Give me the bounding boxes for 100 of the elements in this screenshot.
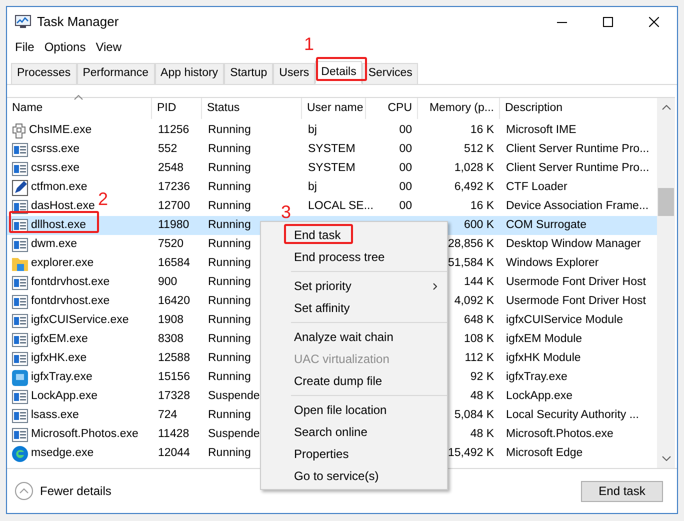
table-cell-text: 8308 bbox=[157, 332, 185, 347]
table-cell: igfxTray.exe bbox=[506, 370, 568, 383]
table-cell-text: 15156 bbox=[157, 370, 191, 385]
table-cell: Running bbox=[208, 408, 251, 421]
table-cell: Desktop Window Manager bbox=[506, 238, 641, 250]
table-cell-text: 16584 bbox=[157, 256, 191, 271]
menu-item[interactable]: Set priority bbox=[261, 275, 447, 297]
table-cell: Microsoft.Photos.exe bbox=[506, 428, 614, 440]
table-cell-text: 16420 bbox=[157, 294, 191, 309]
column-header[interactable]: PID bbox=[152, 98, 202, 119]
table-cell-text: 900 bbox=[157, 274, 178, 290]
window-icon bbox=[12, 218, 28, 232]
table-cell: Running bbox=[208, 332, 251, 345]
tab[interactable]: Services bbox=[362, 63, 418, 85]
annotation-box bbox=[284, 224, 353, 244]
table-cell: Running bbox=[208, 162, 251, 174]
table-cell: Running bbox=[208, 238, 251, 250]
browser-icon bbox=[12, 446, 28, 462]
monitor-icon bbox=[12, 370, 28, 386]
table-cell: Microsoft Edge bbox=[506, 446, 583, 459]
tab[interactable]: Startup bbox=[224, 63, 274, 85]
table-cell-text: 11980 bbox=[157, 218, 190, 233]
table-cell-text: 12700 bbox=[157, 198, 191, 214]
table-cell: bj bbox=[308, 124, 317, 136]
menu-item[interactable]: Go to service(s) bbox=[261, 465, 447, 487]
table-cell: 92 K bbox=[470, 370, 494, 383]
sort-caret-icon bbox=[74, 95, 83, 100]
monitor-icon bbox=[15, 15, 31, 29]
table-cell-text: 12588 bbox=[157, 350, 191, 366]
table-cell-text: 11256 bbox=[157, 122, 190, 138]
table-cell: igfxHK Module bbox=[506, 352, 581, 364]
column-header[interactable]: Status bbox=[202, 98, 302, 119]
table-cell: SYSTEM bbox=[308, 142, 356, 155]
table-cell: 648 K bbox=[464, 314, 494, 326]
menu-item[interactable]: End task bbox=[261, 224, 447, 246]
table-cell: 16 K bbox=[470, 200, 494, 212]
tab[interactable]: App history bbox=[154, 63, 224, 85]
table-cell: igfxEM Module bbox=[506, 332, 582, 345]
scroll-down-icon bbox=[662, 456, 670, 461]
table-cell: LockApp.exe bbox=[506, 390, 572, 402]
table-cell: CTF Loader bbox=[506, 180, 568, 193]
window-icon bbox=[12, 142, 28, 156]
table-cell-text: 7520 bbox=[157, 236, 185, 252]
table-cell: 15,492 K bbox=[448, 446, 494, 459]
column-header[interactable]: Description bbox=[500, 98, 657, 119]
table-cell: SYSTEM bbox=[308, 162, 356, 174]
menu-item[interactable]: Analyze wait chain bbox=[261, 326, 447, 348]
table-cell: 16 K bbox=[470, 124, 494, 136]
table-cell: 6,492 K bbox=[454, 180, 494, 193]
window-icon bbox=[12, 314, 28, 328]
menu-item[interactable]: Set affinity bbox=[261, 297, 447, 319]
menu-item[interactable]: Open file location bbox=[261, 399, 447, 421]
table-cell-text: 724 bbox=[157, 408, 178, 423]
window-icon bbox=[12, 352, 28, 366]
window-icon bbox=[12, 276, 28, 290]
table-cell: 51,584 K bbox=[448, 256, 494, 269]
fewer-details-button[interactable]: Fewer details bbox=[15, 482, 112, 500]
scrollbar[interactable] bbox=[657, 97, 675, 468]
table-cell: Device Association Frame... bbox=[506, 200, 649, 212]
table-cell-text: 17236 bbox=[157, 180, 191, 195]
scroll-thumb[interactable] bbox=[658, 188, 674, 216]
table-cell-text: 1908 bbox=[157, 312, 185, 328]
table-cell: 112 K bbox=[464, 352, 494, 364]
menu-item[interactable]: Options bbox=[40, 38, 90, 56]
table-cell: 4,092 K bbox=[454, 294, 494, 307]
column-header[interactable]: CPU bbox=[366, 98, 418, 119]
table-cell-text: 12044 bbox=[157, 446, 191, 461]
table-cell-text: 11428 bbox=[157, 426, 190, 442]
column-header[interactable]: Name bbox=[7, 98, 152, 119]
annotation-number: 3 bbox=[281, 202, 292, 222]
column-header[interactable]: Memory (p... bbox=[418, 98, 500, 119]
table-cell: Running bbox=[208, 446, 251, 459]
menu-item[interactable]: Properties bbox=[261, 443, 447, 465]
table-cell: Running bbox=[208, 314, 251, 326]
table-cell: bj bbox=[308, 180, 317, 193]
menu-item[interactable]: View bbox=[92, 38, 126, 56]
pen-icon bbox=[12, 180, 28, 196]
chevron-up-icon bbox=[15, 482, 33, 500]
table-cell: Running bbox=[208, 276, 251, 288]
table-cell: Local Security Authority ... bbox=[506, 408, 639, 421]
annotation-number: 2 bbox=[98, 189, 108, 209]
tab[interactable]: Processes bbox=[11, 63, 77, 85]
end-task-button[interactable]: End task bbox=[581, 480, 663, 502]
table-cell: 00 bbox=[399, 180, 412, 193]
table-cell: Windows Explorer bbox=[506, 256, 599, 269]
table-cell: 00 bbox=[399, 142, 412, 155]
table-cell: Client Server Runtime Pro... bbox=[506, 142, 650, 155]
menu-item[interactable]: Create dump file bbox=[261, 370, 447, 392]
tab[interactable]: Performance bbox=[76, 63, 155, 85]
table-cell: 144 K bbox=[464, 276, 494, 288]
annotation-box bbox=[316, 57, 367, 81]
table-cell: Usermode Font Driver Host bbox=[506, 276, 646, 288]
table-cell: igfxCUIService Module bbox=[506, 314, 623, 326]
table-cell: Microsoft IME bbox=[506, 124, 576, 136]
menu-item[interactable]: End process tree bbox=[261, 246, 447, 268]
menu-item[interactable]: Search online bbox=[261, 421, 447, 443]
column-header[interactable]: User name bbox=[302, 98, 366, 119]
table-cell: 00 bbox=[399, 200, 412, 212]
tab[interactable]: Users bbox=[273, 63, 316, 85]
menu-item[interactable]: File bbox=[11, 38, 38, 56]
